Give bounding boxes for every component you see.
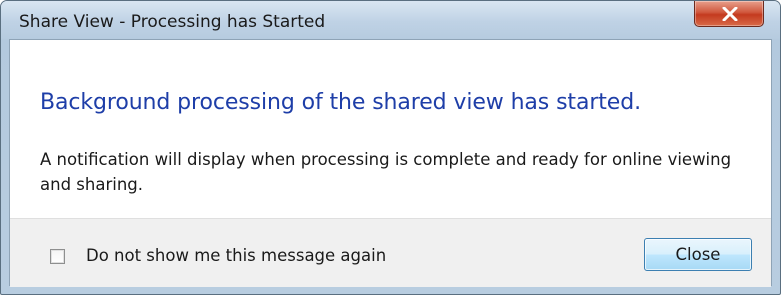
close-x-icon — [722, 7, 738, 21]
dialog-window: Share View - Processing has Started Back… — [0, 0, 781, 295]
dont-show-again-label[interactable]: Do not show me this message again — [86, 246, 386, 265]
dialog-footer: Do not show me this message again Close — [10, 218, 771, 287]
dialog-content: Background processing of the shared view… — [9, 39, 772, 287]
dont-show-again-checkbox[interactable] — [50, 249, 65, 264]
window-title: Share View - Processing has Started — [19, 12, 326, 32]
title-bar[interactable]: Share View - Processing has Started — [1, 1, 780, 39]
close-button[interactable]: Close — [644, 238, 752, 271]
window-close-button[interactable] — [694, 1, 764, 27]
main-instruction: Background processing of the shared view… — [40, 90, 642, 115]
message-body: A notification will display when process… — [40, 150, 732, 194]
